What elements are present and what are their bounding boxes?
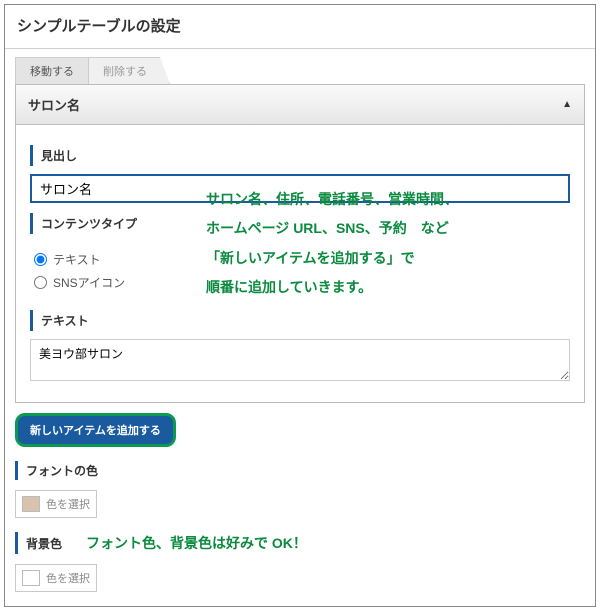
bg-color-label: 色を選択: [46, 570, 90, 586]
label-bg-color: 背景色 フォント色、背景色は好みで OK！: [15, 532, 585, 554]
add-item-button[interactable]: 新しいアイテムを追加する: [15, 413, 176, 447]
tab-delete[interactable]: 削除する: [89, 57, 170, 84]
add-item-wrap: 新しいアイテムを追加する: [15, 413, 585, 447]
accordion-header[interactable]: サロン名 ▲: [16, 85, 584, 125]
font-color-button[interactable]: 色を選択: [15, 490, 97, 518]
radio-text-label: テキスト: [53, 251, 101, 268]
label-heading: 見出し: [30, 145, 570, 166]
tabs: 移動する 削除する: [15, 57, 585, 84]
accordion-body: 見出し コンテンツタイプ テキスト SNSアイコン テキスト サロン名、住所、電…: [16, 125, 584, 402]
bg-color-swatch: [22, 570, 40, 586]
bg-color-button[interactable]: 色を選択: [15, 564, 97, 592]
settings-panel: シンプルテーブルの設定 移動する 削除する サロン名 ▲ 見出し コンテンツタイ…: [4, 4, 596, 607]
font-color-text: フォントの色: [26, 462, 98, 479]
radio-sns-input[interactable]: [34, 276, 47, 289]
annotation-colors: フォント色、背景色は好みで OK！: [86, 533, 307, 553]
panel-content: 移動する 削除する サロン名 ▲ 見出し コンテンツタイプ テキスト: [5, 49, 595, 606]
chevron-up-icon: ▲: [562, 99, 572, 110]
label-text: テキスト: [30, 310, 570, 331]
font-color-label: 色を選択: [46, 496, 90, 512]
panel-title: シンプルテーブルの設定: [5, 5, 595, 49]
accordion-title: サロン名: [28, 95, 80, 114]
annotation-main: サロン名、住所、電話番号、営業時間、 ホームページ URL、SNS、予約 など …: [206, 185, 458, 303]
bg-color-text: 背景色: [26, 535, 62, 552]
font-color-swatch: [22, 496, 40, 512]
radio-text-input[interactable]: [34, 253, 47, 266]
tab-move[interactable]: 移動する: [15, 57, 89, 84]
label-font-color: フォントの色: [15, 461, 585, 480]
radio-sns-label: SNSアイコン: [53, 274, 125, 291]
accordion: サロン名 ▲ 見出し コンテンツタイプ テキスト SNSアイコン: [15, 84, 585, 403]
text-textarea[interactable]: [30, 339, 570, 381]
